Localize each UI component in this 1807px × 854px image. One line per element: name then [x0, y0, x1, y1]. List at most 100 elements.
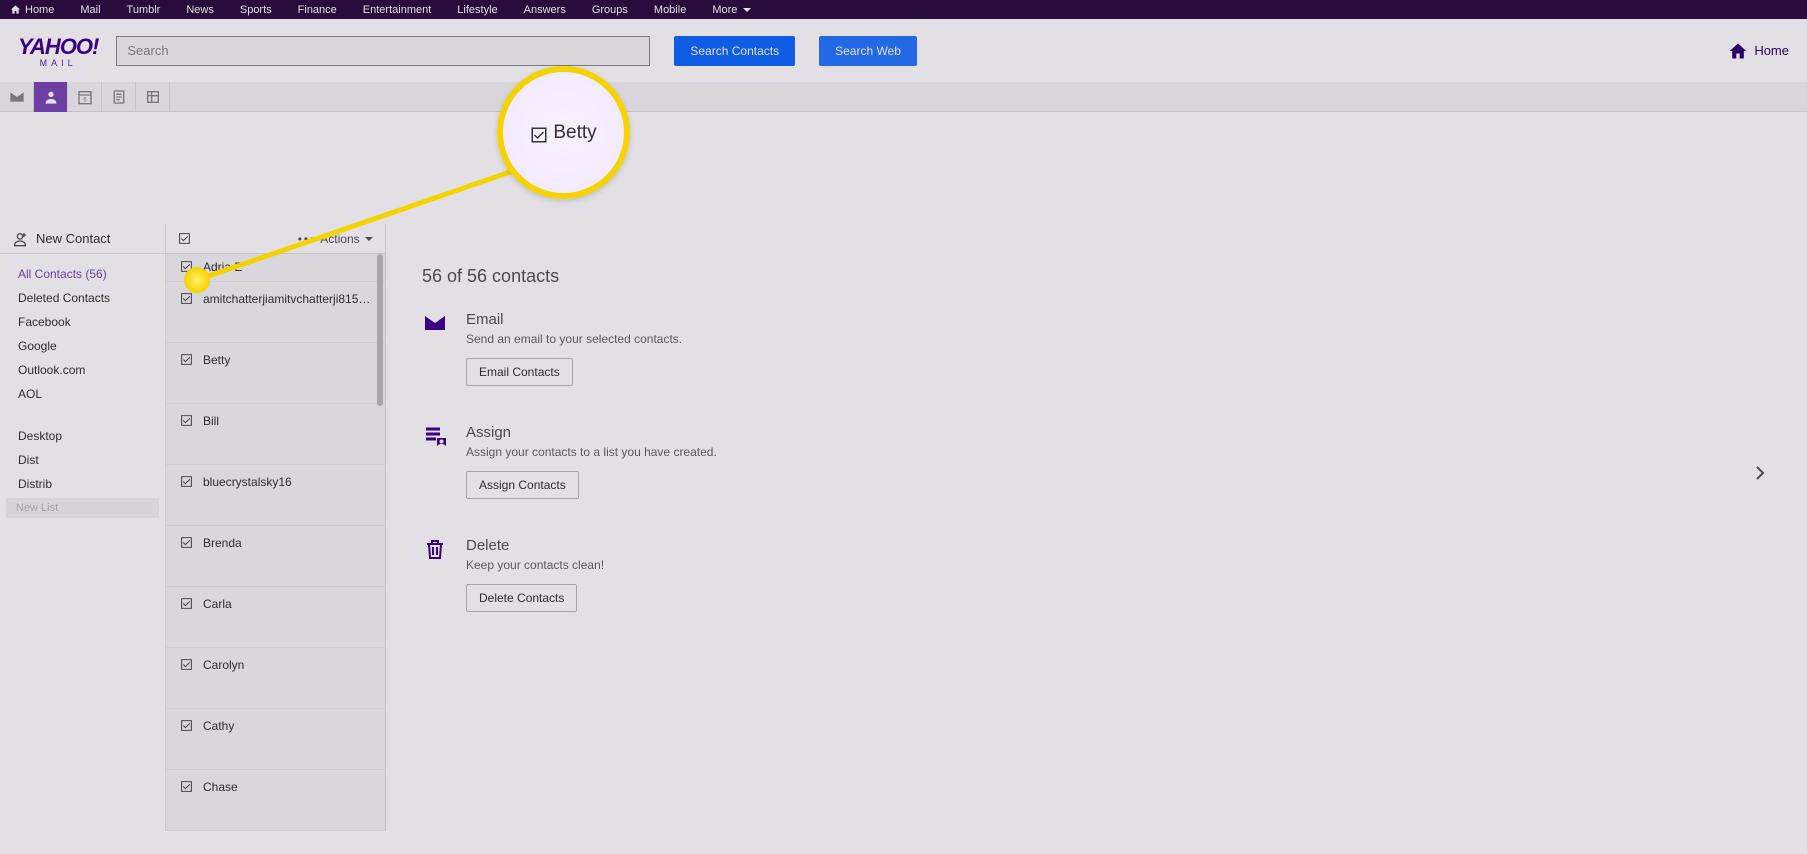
nav-more[interactable]: More	[712, 4, 751, 16]
nav-mail[interactable]: Mail	[80, 4, 100, 16]
checkbox-checked-icon	[180, 292, 193, 305]
nav-groups[interactable]: Groups	[592, 4, 628, 16]
search-web-button[interactable]: Search Web	[819, 36, 917, 66]
page-title: 56 of 56 contacts	[422, 266, 1777, 287]
nav-sports[interactable]: Sports	[240, 4, 272, 16]
contact-checkbox[interactable]	[180, 658, 193, 671]
nav-mobile[interactable]: Mobile	[654, 4, 686, 16]
assign-heading: Assign	[466, 424, 717, 441]
folder-desktop[interactable]: Desktop	[0, 424, 165, 448]
annotation-dot	[184, 267, 210, 293]
annotation-callout: Betty	[497, 66, 630, 199]
checkbox-checked-icon	[178, 232, 191, 245]
more-icon: •••	[298, 232, 317, 246]
contact-row[interactable]: Carolyn	[166, 648, 385, 709]
nav-entertainment[interactable]: Entertainment	[363, 4, 431, 16]
contact-name: Betty	[203, 353, 230, 367]
search-contacts-button[interactable]: Search Contacts	[674, 36, 795, 66]
nav-finance[interactable]: Finance	[298, 4, 337, 16]
checkbox-checked-icon	[180, 475, 193, 488]
chevron-right-icon[interactable]	[1753, 466, 1767, 480]
add-contact-icon	[12, 231, 28, 247]
checkbox-checked-icon	[180, 414, 193, 427]
new-list-input[interactable]: New List	[6, 498, 159, 518]
mail-icon	[9, 89, 25, 105]
contact-row[interactable]: Brenda	[166, 526, 385, 587]
messenger-tab[interactable]	[136, 82, 170, 112]
contact-row[interactable]: bluecrystalsky16	[166, 465, 385, 526]
contact-row[interactable]: Bill	[166, 404, 385, 465]
trash-icon	[423, 537, 447, 561]
tool-tabs: 6	[0, 82, 1807, 112]
feed-icon	[145, 89, 161, 105]
contact-row[interactable]: Carla	[166, 587, 385, 648]
home-link[interactable]: Home	[1728, 41, 1789, 61]
contact-checkbox[interactable]	[180, 475, 193, 488]
contact-list-header: ••• Actions	[166, 224, 385, 254]
chevron-down-icon	[743, 8, 751, 12]
checkbox-checked-icon	[180, 658, 193, 671]
delete-contacts-button[interactable]: Delete Contacts	[466, 584, 577, 612]
folder-outlook[interactable]: Outlook.com	[0, 358, 165, 382]
contact-name: Adria E	[203, 260, 242, 274]
contact-checkbox[interactable]	[180, 292, 193, 305]
person-icon	[43, 89, 59, 105]
notepad-tab[interactable]	[102, 82, 136, 112]
callout-label: Betty	[553, 122, 596, 144]
nav-news[interactable]: News	[186, 4, 214, 16]
contact-checkbox[interactable]	[180, 780, 193, 793]
actions-menu[interactable]: Actions	[320, 232, 373, 246]
checkbox-checked-icon	[180, 353, 193, 366]
contact-checkbox[interactable]	[180, 597, 193, 610]
left-sidebar: New Contact All Contacts (56) Deleted Co…	[0, 224, 166, 831]
folder-facebook[interactable]: Facebook	[0, 310, 165, 334]
calendar-icon: 6	[77, 89, 93, 105]
yahoo-mail-logo[interactable]: YAHOO! MAIL	[18, 34, 98, 68]
contact-list[interactable]: Adria E amitchatterjiamitvchatterji81593 B…	[166, 254, 385, 831]
contact-name: amitchatterjiamitvchatterji81593	[203, 292, 371, 306]
folder-distrib[interactable]: Distrib	[0, 472, 165, 496]
contact-name: Bill	[203, 414, 219, 428]
folder-all-contacts[interactable]: All Contacts (56)	[0, 262, 165, 286]
nav-lifestyle[interactable]: Lifestyle	[457, 4, 497, 16]
top-nav: Home Mail Tumblr News Sports Finance Ent…	[0, 0, 1807, 19]
folder-deleted[interactable]: Deleted Contacts	[0, 286, 165, 310]
contact-checkbox[interactable]	[180, 414, 193, 427]
nav-home[interactable]: Home	[10, 4, 54, 16]
assign-list-icon	[423, 424, 447, 448]
nav-answers[interactable]: Answers	[524, 4, 566, 16]
checkbox-checked-icon	[180, 536, 193, 549]
contact-checkbox[interactable]	[180, 536, 193, 549]
assign-contacts-button[interactable]: Assign Contacts	[466, 471, 579, 499]
contact-row[interactable]: Cathy	[166, 709, 385, 770]
contact-name: bluecrystalsky16	[203, 475, 292, 489]
home-icon	[10, 4, 21, 15]
new-contact-button[interactable]: New Contact	[0, 224, 165, 254]
folder-google[interactable]: Google	[0, 334, 165, 358]
contact-row[interactable]: Betty	[166, 343, 385, 404]
contact-checkbox[interactable]	[180, 719, 193, 732]
contacts-tab[interactable]	[34, 82, 68, 112]
folder-aol[interactable]: AOL	[0, 382, 165, 406]
assign-section: Assign Assign your contacts to a list yo…	[422, 424, 1777, 499]
select-all-checkbox[interactable]	[178, 232, 191, 245]
calendar-tab[interactable]: 6	[68, 82, 102, 112]
mail-tab[interactable]	[0, 82, 34, 112]
folder-dist[interactable]: Dist	[0, 448, 165, 472]
email-contacts-button[interactable]: Email Contacts	[466, 358, 573, 386]
contact-row[interactable]: Chase	[166, 770, 385, 831]
scrollbar[interactable]	[377, 254, 383, 831]
delete-section: Delete Keep your contacts clean! Delete …	[422, 537, 1777, 612]
scrollbar-thumb[interactable]	[377, 254, 383, 406]
svg-text:6: 6	[83, 98, 87, 104]
envelope-icon	[423, 311, 447, 335]
search-input[interactable]	[116, 36, 650, 66]
delete-desc: Keep your contacts clean!	[466, 558, 604, 572]
checkbox-checked-icon	[180, 597, 193, 610]
contact-name: Brenda	[203, 536, 242, 550]
assign-desc: Assign your contacts to a list you have …	[466, 445, 717, 459]
nav-tumblr[interactable]: Tumblr	[127, 4, 161, 16]
home-icon	[1728, 41, 1748, 61]
contact-checkbox[interactable]	[180, 353, 193, 366]
email-heading: Email	[466, 311, 682, 328]
